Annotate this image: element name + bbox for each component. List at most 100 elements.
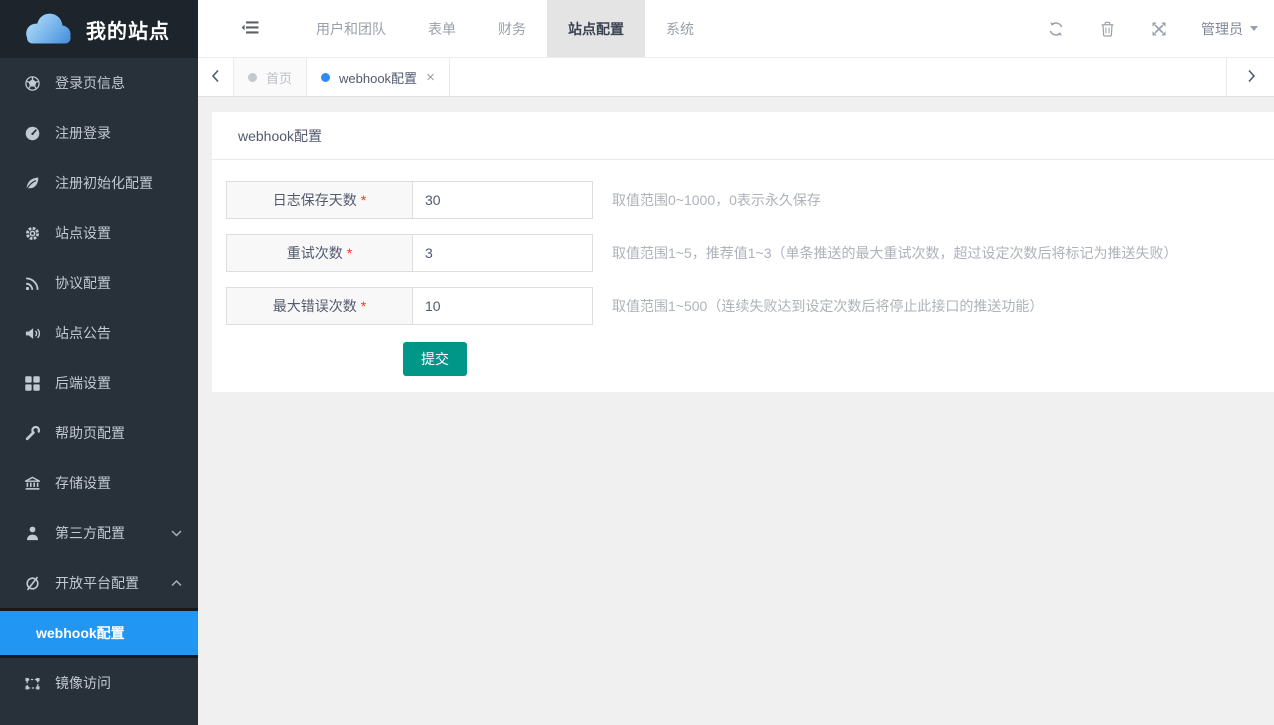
field-hint: 取值范围0~1000，0表示永久保存 (612, 190, 821, 210)
field-hint: 取值范围1~500（连续失败达到设定次数后将停止此接口的推送功能） (612, 296, 1043, 316)
sidebar-collapse-button[interactable] (241, 0, 261, 57)
webhook-config-card: webhook配置 日志保存天数 * 取值范围0~1000，0表示永久保存 (212, 112, 1274, 392)
top-navbar: 用户和团队 表单 财务 站点配置 系统 (198, 0, 1274, 58)
trash-icon[interactable] (1100, 21, 1115, 37)
sidebar-menu: 登录页信息 注册登录 (0, 58, 198, 725)
form-row-max-error-count: 最大错误次数 * 取值范围1~500（连续失败达到设定次数后将停止此接口的推送功… (226, 287, 1260, 325)
tab-home[interactable]: 首页 (234, 58, 307, 96)
tab-status-dot (248, 73, 257, 82)
tab-label: webhook配置 (339, 68, 417, 87)
site-title: 我的站点 (86, 15, 170, 44)
field-label-max-error-count: 最大错误次数 * (226, 287, 412, 325)
caret-down-icon (1250, 26, 1258, 31)
speaker-icon (24, 325, 41, 342)
sidebar-item-site-settings[interactable]: 站点设置 (0, 208, 198, 258)
sidebar-item-label: 协议配置 (55, 273, 111, 293)
user-menu[interactable]: 管理员 (1201, 19, 1258, 39)
required-marker: * (347, 245, 352, 261)
topnav-tabs: 用户和团队 表单 财务 站点配置 系统 (295, 0, 715, 57)
cloud-icon (18, 9, 76, 49)
sidebar-item-backend-settings[interactable]: 后端设置 (0, 358, 198, 408)
sidebar-item-label: 帮助页配置 (55, 423, 125, 443)
field-hint: 取值范围1~5，推荐值1~3（单条推送的最大重试次数，超过设定次数后将标记为推送… (612, 243, 1178, 263)
webhook-config-form: 日志保存天数 * 取值范围0~1000，0表示永久保存 重试次数 * (212, 160, 1274, 392)
main-area: 用户和团队 表单 财务 站点配置 系统 (198, 0, 1274, 725)
sidebar-item-login-page-info[interactable]: 登录页信息 (0, 58, 198, 108)
form-row-log-retention: 日志保存天数 * 取值范围0~1000，0表示永久保存 (226, 181, 1260, 219)
tag-nav-bar: 首页 webhook配置 × (198, 58, 1274, 97)
chevron-left-icon (211, 69, 221, 86)
field-label-text: 重试次数 (287, 243, 343, 263)
app-window: 我的站点 登录页信息 (0, 0, 1274, 725)
required-marker: * (361, 192, 366, 208)
sidebar-item-label: 镜像访问 (55, 673, 111, 693)
card-title: webhook配置 (212, 112, 1274, 160)
sidebar-item-protocol-config[interactable]: 协议配置 (0, 258, 198, 308)
user-name: 管理员 (1201, 19, 1243, 39)
sidebar-item-storage-settings[interactable]: 存储设置 (0, 458, 198, 508)
sidebar-item-label: 注册登录 (55, 123, 111, 143)
sidebar-item-label: 开放平台配置 (55, 573, 139, 593)
sidebar-item-mirror-access[interactable]: 镜像访问 (0, 658, 198, 708)
topnav-tab-system[interactable]: 系统 (645, 0, 715, 57)
max-error-count-input[interactable] (412, 287, 593, 325)
sidebar-item-register-login[interactable]: 注册登录 (0, 108, 198, 158)
open-platform-submenu: webhook配置 (0, 608, 198, 658)
field-label-retry-count: 重试次数 * (226, 234, 412, 272)
sidebar: 我的站点 登录页信息 (0, 0, 198, 725)
sidebar-item-label: 存储设置 (55, 473, 111, 493)
sidebar-item-third-party-config[interactable]: 第三方配置 (0, 508, 198, 558)
tab-label: 首页 (266, 68, 292, 87)
wrench-icon (24, 425, 41, 442)
sidebar-item-label: webhook配置 (36, 623, 125, 643)
globe-icon (24, 75, 41, 92)
field-label-text: 最大错误次数 (273, 296, 357, 316)
topnav-tab-finance[interactable]: 财务 (477, 0, 547, 57)
sidebar-item-open-platform-config[interactable]: 开放平台配置 (0, 558, 198, 608)
person-icon (24, 525, 41, 542)
field-label-log-retention-days: 日志保存天数 * (226, 181, 412, 219)
menu-fold-icon (241, 20, 259, 38)
sidebar-item-webhook-config[interactable]: webhook配置 (0, 611, 198, 655)
topnav-tab-users-and-teams[interactable]: 用户和团队 (295, 0, 407, 57)
grid-icon (24, 375, 41, 392)
fullscreen-icon[interactable] (1151, 21, 1167, 37)
sidebar-item-site-announcement[interactable]: 站点公告 (0, 308, 198, 358)
topnav-tab-forms[interactable]: 表单 (407, 0, 477, 57)
content-area: webhook配置 日志保存天数 * 取值范围0~1000，0表示永久保存 (198, 97, 1274, 725)
bank-icon (24, 475, 41, 492)
field-label-text: 日志保存天数 (273, 190, 357, 210)
sidebar-item-label: 站点设置 (55, 223, 111, 243)
sidebar-item-label: 注册初始化配置 (55, 173, 153, 193)
gear-icon (24, 225, 41, 242)
topnav-tab-site-config[interactable]: 站点配置 (547, 0, 645, 57)
orbit-icon (24, 575, 41, 592)
close-icon[interactable]: × (426, 70, 435, 85)
submit-row: 提交 (403, 342, 1260, 376)
chevron-right-icon (1246, 69, 1256, 86)
sidebar-item-register-init-config[interactable]: 注册初始化配置 (0, 158, 198, 208)
dashboard-icon (24, 125, 41, 142)
refresh-icon[interactable] (1048, 21, 1064, 37)
chevron-down-icon (171, 525, 182, 541)
log-retention-days-input[interactable] (412, 181, 593, 219)
tab-status-dot (321, 73, 330, 82)
tags-scroll-right-button[interactable] (1226, 58, 1274, 96)
sidebar-item-help-page-config[interactable]: 帮助页配置 (0, 408, 198, 458)
required-marker: * (361, 298, 366, 314)
submit-button[interactable]: 提交 (403, 342, 467, 376)
mirror-icon (24, 675, 41, 692)
topbar-actions: 管理员 (1012, 0, 1274, 57)
sidebar-item-label: 第三方配置 (55, 523, 125, 543)
tags-scroll-left-button[interactable] (198, 58, 234, 96)
leaf-pen-icon (24, 175, 41, 192)
logo: 我的站点 (0, 0, 198, 58)
rss-icon (24, 275, 41, 292)
chevron-up-icon (171, 575, 182, 591)
sidebar-item-label: 登录页信息 (55, 73, 125, 93)
retry-count-input[interactable] (412, 234, 593, 272)
tab-webhook-config[interactable]: webhook配置 × (307, 58, 450, 96)
form-row-retry-count: 重试次数 * 取值范围1~5，推荐值1~3（单条推送的最大重试次数，超过设定次数… (226, 234, 1260, 272)
sidebar-item-label: 站点公告 (55, 323, 111, 343)
sidebar-item-label: 后端设置 (55, 373, 111, 393)
